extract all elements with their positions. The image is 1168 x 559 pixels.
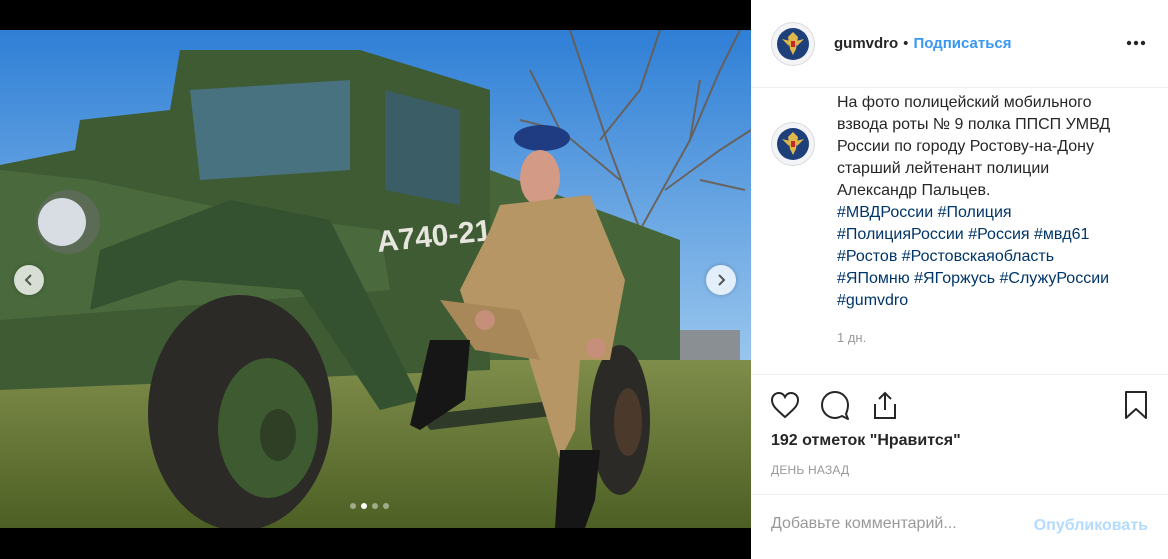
avatar[interactable] <box>771 21 815 66</box>
likes-count[interactable]: 192 отметок "Нравится" <box>771 432 961 450</box>
hashtag-line: #gumvdro <box>837 290 1137 312</box>
caption-line: Александр Пальцев. <box>837 182 991 199</box>
share-icon <box>874 391 896 419</box>
police-emblem-icon <box>777 128 809 160</box>
hashtag-line: #ЯПомню #ЯГоржусь #СлужуРоссии <box>837 268 1137 290</box>
caption-time[interactable]: 1 дн. <box>837 330 866 345</box>
heart-icon <box>770 391 800 419</box>
hashtag-link[interactable]: #ЯПомню <box>837 270 910 287</box>
hashtag-line: #МВДРоссии #Полиция <box>837 202 1137 224</box>
username[interactable]: gumvdro <box>834 35 898 52</box>
save-button[interactable] <box>1120 389 1152 421</box>
chevron-left-icon <box>24 274 32 286</box>
carousel-indicator <box>350 503 389 509</box>
hashtag-link[interactable]: #ЯГоржусь <box>914 270 995 287</box>
caption-avatar[interactable] <box>771 122 815 166</box>
carousel-dot <box>350 503 356 509</box>
separator-dot: • <box>903 35 909 52</box>
post-date[interactable]: ДЕНЬ НАЗАД <box>771 463 849 477</box>
hashtag-link[interactable]: #мвд61 <box>1034 226 1089 243</box>
carousel-dot <box>383 503 389 509</box>
police-emblem-icon <box>777 27 809 60</box>
comment-button[interactable] <box>819 389 851 421</box>
like-button[interactable] <box>769 389 801 421</box>
hashtag-line: #Ростов #Ростовскаяобласть <box>837 246 1137 268</box>
comment-input[interactable] <box>771 515 1021 533</box>
hashtag-link[interactable]: #Россия <box>968 226 1029 243</box>
hashtag-link[interactable]: #СлужуРоссии <box>999 270 1109 287</box>
chevron-right-icon <box>718 274 726 286</box>
comments-area: На фото полицейский мобильного взвода ро… <box>751 88 1168 374</box>
caption-line: На фото полицейский мобильного <box>837 94 1092 111</box>
hashtag-link[interactable]: #МВДРоссии <box>837 204 933 221</box>
caption-line: взвода роты № 9 полка ППСП УМВД <box>837 116 1111 133</box>
hashtag-link[interactable]: #ПолицияРоссии <box>837 226 964 243</box>
publish-button[interactable]: Опубликовать <box>1034 517 1148 535</box>
carousel-prev-button[interactable] <box>14 265 44 295</box>
caption-line: старший лейтенант полиции <box>837 160 1050 177</box>
hashtag-link[interactable]: #Ростовскаяобласть <box>902 248 1054 265</box>
post-header: gumvdro • Подписаться <box>751 0 1168 88</box>
action-bar <box>751 374 1168 434</box>
hashtag-link[interactable]: #Ростов <box>837 248 897 265</box>
bookmark-icon <box>1125 391 1147 419</box>
hashtag-link[interactable]: #gumvdro <box>837 292 908 309</box>
post-sidebar: gumvdro • Подписаться На фото полицейски… <box>751 0 1168 559</box>
post-caption: На фото полицейский мобильного взвода ро… <box>837 92 1137 312</box>
post-media: А740-21 <box>0 0 751 559</box>
post-photo[interactable]: А740-21 <box>0 30 751 528</box>
hashtag-link[interactable]: #Полиция <box>938 204 1012 221</box>
follow-button[interactable]: Подписаться <box>913 35 1011 52</box>
carousel-dot-active <box>361 503 367 509</box>
comment-icon <box>821 391 849 420</box>
caption-line: России по городу Ростову-на-Дону <box>837 138 1095 155</box>
carousel-dot <box>372 503 378 509</box>
hashtag-line: #ПолицияРоссии #Россия #мвд61 <box>837 224 1137 246</box>
more-options-button[interactable] <box>1124 32 1148 54</box>
comment-form: Опубликовать <box>751 494 1168 559</box>
more-horizontal-icon <box>1126 40 1146 46</box>
carousel-next-button[interactable] <box>706 265 736 295</box>
share-button[interactable] <box>869 389 901 421</box>
